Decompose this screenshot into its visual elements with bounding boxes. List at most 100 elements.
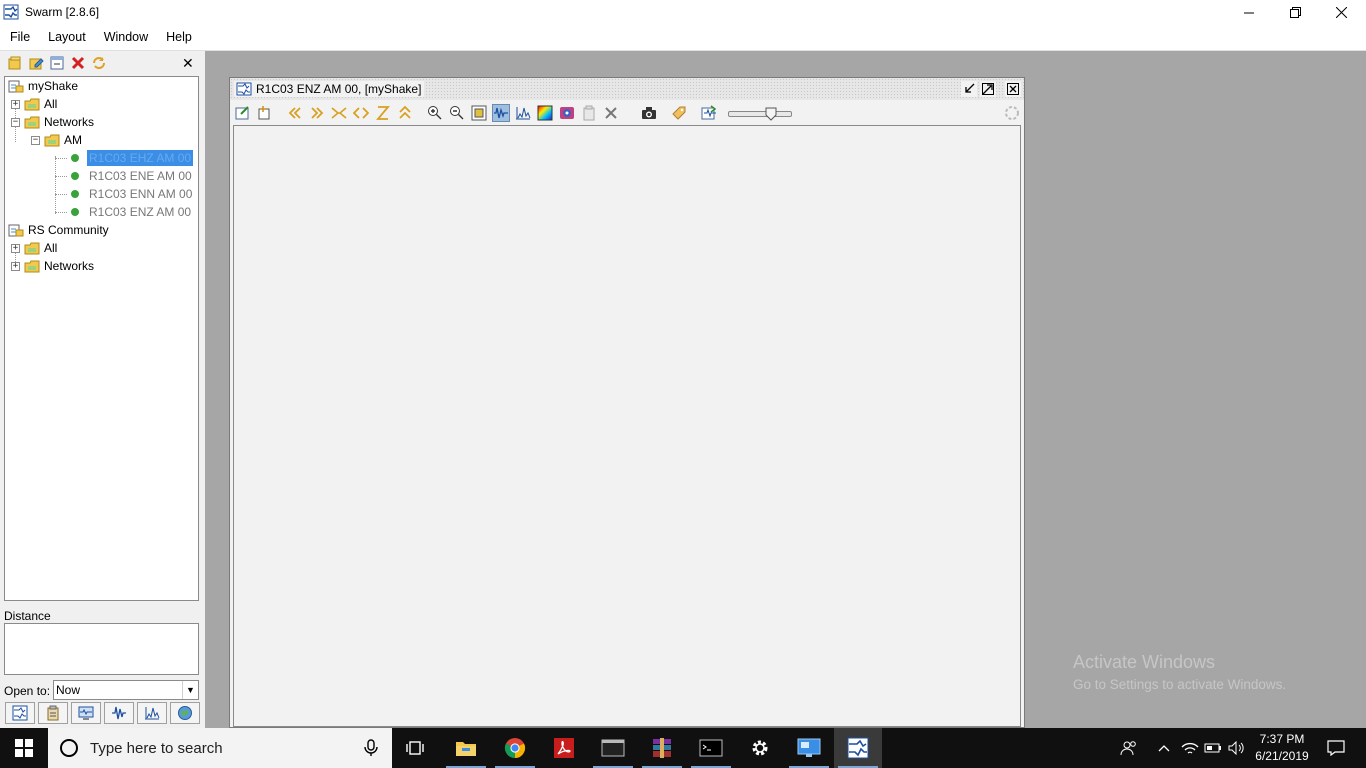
wave-clipboard-button[interactable] xyxy=(5,702,35,724)
wifi-icon xyxy=(1181,742,1199,754)
swarm-taskbar-button[interactable] xyxy=(834,728,882,768)
spectra-button[interactable] xyxy=(137,702,167,724)
minimize-frame-button[interactable] xyxy=(961,81,977,97)
channel-item[interactable]: R1C03 ENZ AM 00 xyxy=(71,203,193,221)
chevron-down-icon[interactable]: ▼ xyxy=(182,681,198,699)
channel-item[interactable]: R1C03 ENE AM 00 xyxy=(71,167,194,185)
slider-thumb[interactable] xyxy=(765,107,777,121)
minimize-frame-icon xyxy=(965,83,975,93)
menu-file[interactable]: File xyxy=(0,30,38,44)
winrar-button[interactable] xyxy=(638,728,686,768)
collapse-node-icon[interactable]: − xyxy=(31,135,40,145)
menu-layout[interactable]: Layout xyxy=(38,30,94,44)
tree-node-rs-networks[interactable]: + Networks xyxy=(11,257,94,275)
volume-button[interactable] xyxy=(1226,728,1248,768)
taskbar-search[interactable]: Type here to search xyxy=(48,728,392,768)
chrome-button[interactable] xyxy=(491,728,539,768)
menu-help[interactable]: Help xyxy=(156,30,200,44)
distance-list[interactable] xyxy=(4,623,199,675)
tree-node-rs-community[interactable]: RS Community xyxy=(8,221,109,239)
open-to-label: Open to: xyxy=(4,684,51,698)
collapse-node-icon[interactable]: − xyxy=(11,117,20,127)
channel-label: R1C03 ENZ AM 00 xyxy=(89,205,192,219)
tree-node-rs-all[interactable]: + All xyxy=(11,239,57,257)
remote-desktop-button[interactable] xyxy=(785,728,833,768)
battery-button[interactable] xyxy=(1203,728,1223,768)
chevron-up-icon xyxy=(1158,745,1170,752)
channel-item[interactable]: R1C03 EHZ AM 00 xyxy=(71,149,194,167)
gulper-icon[interactable] xyxy=(397,105,413,121)
clipboard-button[interactable] xyxy=(38,702,68,724)
close-frame-button[interactable] xyxy=(1005,81,1021,97)
expand-icon[interactable]: + xyxy=(11,261,20,271)
collapse-icon[interactable] xyxy=(49,55,65,71)
spectra-icon[interactable] xyxy=(515,105,531,121)
capture-icon[interactable] xyxy=(641,105,657,121)
particle-motion-icon[interactable] xyxy=(559,105,575,121)
open-data-source-icon[interactable] xyxy=(7,55,23,71)
waveform-icon[interactable] xyxy=(492,104,510,122)
pick-icon[interactable] xyxy=(671,105,687,121)
taskbar-clock[interactable]: 7:37 PM 6/21/2019 xyxy=(1252,731,1312,765)
spectrogram-icon[interactable] xyxy=(537,105,553,121)
edit-data-source-icon[interactable] xyxy=(28,55,44,71)
expand-icon[interactable]: + xyxy=(11,99,20,109)
network-button[interactable] xyxy=(1180,728,1200,768)
settings-icon[interactable] xyxy=(235,105,251,121)
channel-label: R1C03 EHZ AM 00 xyxy=(87,150,194,166)
frame-title-bar[interactable]: R1C03 ENZ AM 00, [myShake] xyxy=(230,78,1024,100)
copy-icon[interactable] xyxy=(257,105,273,121)
settings-button[interactable] xyxy=(736,728,784,768)
start-button[interactable] xyxy=(0,728,48,768)
remove-icon[interactable] xyxy=(70,55,86,71)
monitor-button[interactable] xyxy=(71,702,101,724)
throbber-icon[interactable] xyxy=(701,105,717,121)
timeslice-icon[interactable] xyxy=(375,105,391,121)
compress-icon[interactable] xyxy=(331,105,347,121)
terminal-button[interactable] xyxy=(589,728,637,768)
file-explorer-button[interactable] xyxy=(442,728,490,768)
maximize-frame-button[interactable] xyxy=(980,81,996,97)
tree-label-myshake: myShake xyxy=(28,79,79,93)
close-wave-icon[interactable] xyxy=(603,105,619,121)
tree-node-am[interactable]: − AM xyxy=(31,131,82,149)
helicorder-canvas[interactable] xyxy=(233,125,1021,727)
close-panel-icon[interactable]: ✕ xyxy=(182,55,194,72)
frame-title-text: R1C03 ENZ AM 00, [myShake] xyxy=(256,82,422,96)
minimize-button[interactable] xyxy=(1226,0,1272,24)
terminal-icon xyxy=(601,739,625,757)
tree-node-all[interactable]: + All xyxy=(11,95,57,113)
maximize-frame-icon xyxy=(982,83,994,95)
close-button[interactable] xyxy=(1318,0,1364,24)
clipboard-icon[interactable] xyxy=(581,105,597,121)
refresh-icon[interactable] xyxy=(91,55,107,71)
action-center-button[interactable] xyxy=(1316,728,1356,768)
helicorder-toolbar xyxy=(230,101,1024,125)
acrobat-button[interactable] xyxy=(540,728,588,768)
zoom-out-icon[interactable] xyxy=(449,105,465,121)
helicorder-button[interactable] xyxy=(104,702,134,724)
map-button[interactable] xyxy=(170,702,200,724)
zoom-in-icon[interactable] xyxy=(427,105,443,121)
tree-node-networks[interactable]: − Networks xyxy=(11,113,94,131)
menu-window[interactable]: Window xyxy=(94,30,156,44)
time-slider[interactable] xyxy=(728,107,792,121)
channel-status-icon xyxy=(71,190,79,198)
task-view-button[interactable] xyxy=(392,728,440,768)
close-frame-icon xyxy=(1007,83,1019,95)
scroll-back-icon[interactable] xyxy=(287,105,303,121)
open-to-select[interactable]: Now ▼ xyxy=(53,680,199,700)
restore-button[interactable] xyxy=(1272,0,1318,24)
microphone-icon[interactable] xyxy=(364,739,378,757)
channel-item[interactable]: R1C03 ENN AM 00 xyxy=(71,185,194,203)
scroll-forward-icon[interactable] xyxy=(309,105,325,121)
people-button[interactable] xyxy=(1118,728,1140,768)
distance-label: Distance xyxy=(4,609,51,623)
tree-node-myshake[interactable]: myShake xyxy=(8,77,78,95)
fit-icon[interactable] xyxy=(471,105,487,121)
expand-icon[interactable] xyxy=(353,105,369,121)
expand-icon[interactable]: + xyxy=(11,243,20,253)
show-hidden-icons-button[interactable] xyxy=(1155,728,1173,768)
swarm-app-icon xyxy=(3,4,19,20)
cmd-button[interactable] xyxy=(687,728,735,768)
